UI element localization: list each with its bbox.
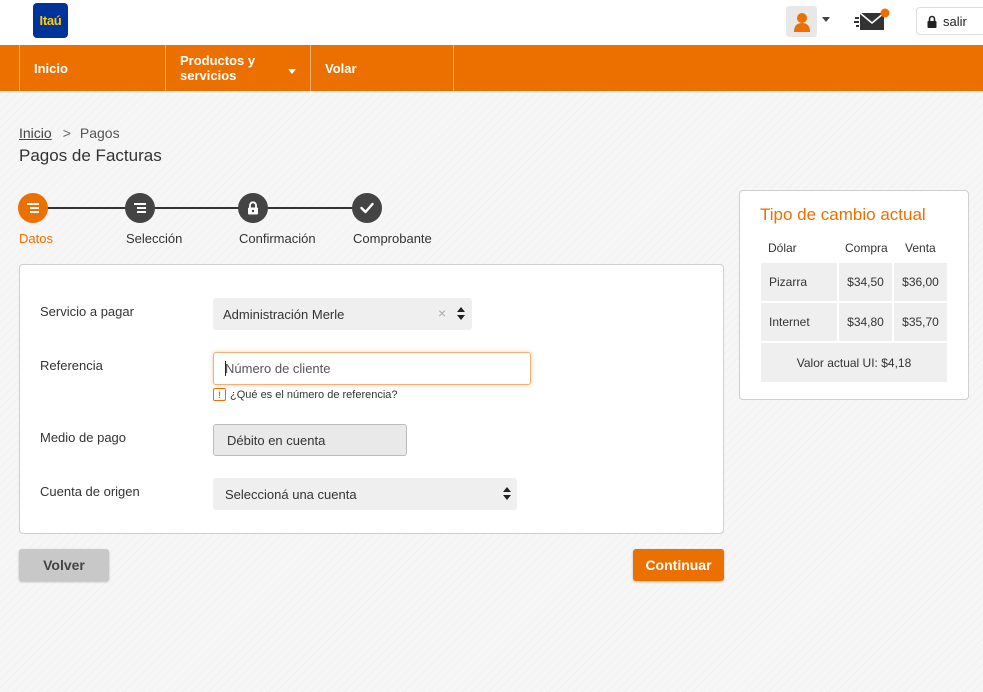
step-comprobante-circle	[352, 193, 382, 223]
mail-icon	[854, 8, 890, 30]
step-datos-circle	[18, 193, 48, 223]
rate-row-buy: $34,50	[839, 263, 892, 301]
step-comprobante-label: Comprobante	[353, 231, 432, 246]
logout-label: salir	[943, 13, 967, 29]
service-select[interactable]: Administración Merle	[213, 298, 472, 330]
breadcrumb-home-link[interactable]: Inicio	[19, 125, 52, 141]
chevron-down-icon[interactable]	[822, 17, 830, 22]
top-header: Itaú salir	[0, 0, 983, 45]
select-arrows-icon	[457, 307, 465, 321]
breadcrumb-current: Pagos	[79, 125, 120, 141]
list-icon	[134, 203, 146, 213]
list-icon	[27, 203, 39, 213]
messages-button[interactable]	[854, 8, 892, 34]
buy-column-header: Compra	[845, 241, 888, 255]
payment-method-label: Medio de pago	[40, 430, 127, 445]
reference-input[interactable]	[213, 352, 531, 385]
main-nav: Inicio Productos y servicios Volar	[0, 45, 983, 91]
breadcrumb-separator: >	[62, 125, 71, 141]
reference-help-text: ¿Qué es el número de referencia?	[230, 388, 398, 401]
back-button[interactable]: Volver	[19, 549, 109, 581]
user-icon	[793, 12, 810, 32]
rate-row-sell: $35,70	[894, 303, 947, 341]
origin-account-value: Seleccioná una cuenta	[225, 486, 357, 502]
step-seleccion-label: Selección	[126, 231, 183, 246]
clear-icon[interactable]: ×	[438, 305, 446, 321]
step-confirmacion-label: Confirmación	[239, 231, 316, 246]
text-cursor	[225, 361, 226, 376]
nav-item-label: Productos y servicios	[180, 53, 256, 83]
rate-row-buy: $34,80	[839, 303, 892, 341]
lock-icon	[927, 15, 937, 28]
chevron-down-icon	[288, 69, 296, 74]
step-confirmacion-circle	[238, 193, 268, 223]
origin-account-label: Cuenta de origen	[40, 484, 140, 499]
select-arrows-icon	[503, 487, 511, 501]
logout-button[interactable]: salir	[916, 7, 983, 35]
service-select-value: Administración Merle	[223, 306, 345, 322]
sell-column-header: Venta	[905, 241, 936, 255]
service-label: Servicio a pagar	[40, 304, 134, 319]
rate-row-name: Internet	[761, 303, 837, 341]
payment-method-value: Débito en cuenta	[227, 432, 326, 448]
nav-item-volar[interactable]: Volar	[310, 45, 454, 91]
exchange-rate-title: Tipo de cambio actual	[760, 205, 926, 224]
origin-account-select[interactable]: Seleccioná una cuenta	[213, 478, 517, 510]
back-button-label: Volver	[43, 557, 85, 573]
alert-icon: !	[213, 388, 226, 401]
nav-item-label: Volar	[325, 60, 357, 76]
currency-header: Dólar	[768, 241, 797, 255]
payment-method-field: Débito en cuenta	[213, 424, 407, 456]
nav-item-productos[interactable]: Productos y servicios	[165, 45, 310, 91]
nav-item-inicio[interactable]: Inicio	[19, 45, 165, 91]
page-title: Pagos de Facturas	[19, 146, 162, 165]
notification-dot	[880, 8, 890, 18]
user-menu-button[interactable]	[786, 6, 817, 37]
lock-icon	[248, 201, 258, 215]
step-datos-label: Datos	[19, 231, 53, 246]
logo-text: Itaú	[39, 13, 62, 28]
itau-logo[interactable]: Itaú	[33, 3, 68, 38]
continue-button[interactable]: Continuar	[633, 549, 724, 581]
stepper-track	[33, 207, 367, 209]
reference-label: Referencia	[40, 358, 103, 373]
step-seleccion-circle	[125, 193, 155, 223]
nav-item-label: Inicio	[34, 60, 68, 76]
breadcrumb: Inicio > Pagos	[19, 125, 120, 141]
continue-button-label: Continuar	[645, 557, 712, 573]
rate-row-name: Pizarra	[761, 263, 837, 301]
reference-help-link[interactable]: ! ¿Qué es el número de referencia?	[213, 388, 398, 401]
rate-row-sell: $36,00	[894, 263, 947, 301]
check-icon	[360, 202, 374, 214]
ui-value: Valor actual UI: $4,18	[761, 343, 947, 382]
